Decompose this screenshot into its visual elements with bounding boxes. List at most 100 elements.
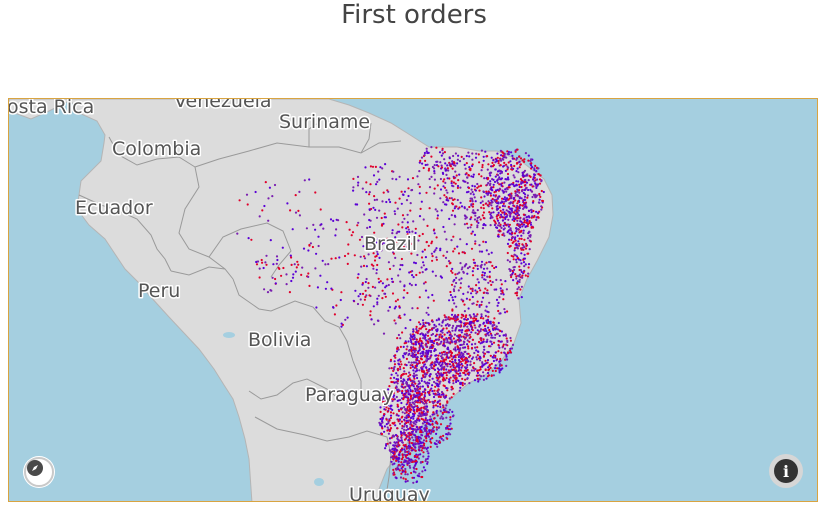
- order-point: [383, 413, 386, 416]
- order-point: [400, 461, 403, 464]
- compass-icon[interactable]: [24, 457, 54, 487]
- order-point: [468, 155, 471, 158]
- order-point: [458, 173, 461, 176]
- order-point: [508, 349, 512, 352]
- order-point: [472, 203, 475, 206]
- order-point: [495, 158, 498, 161]
- order-point: [459, 320, 462, 323]
- order-point: [494, 364, 497, 367]
- order-point: [445, 377, 448, 380]
- order-point: [367, 282, 370, 285]
- order-point: [368, 208, 371, 211]
- order-point: [384, 163, 387, 166]
- order-point: [510, 151, 513, 154]
- order-point: [308, 244, 311, 247]
- order-point: [424, 289, 428, 292]
- order-point: [523, 188, 527, 192]
- order-point: [416, 410, 419, 413]
- order-point: [399, 464, 402, 467]
- order-point: [363, 257, 367, 260]
- order-point: [448, 408, 451, 411]
- order-point: [407, 340, 410, 343]
- order-point: [428, 347, 431, 350]
- order-point: [411, 274, 414, 277]
- order-point: [400, 416, 403, 419]
- order-point: [282, 266, 285, 270]
- order-point: [354, 289, 357, 292]
- order-point: [274, 282, 277, 285]
- order-point: [446, 167, 449, 170]
- order-point: [505, 343, 508, 346]
- order-point: [507, 225, 510, 228]
- order-point: [407, 428, 410, 431]
- order-point: [415, 480, 419, 483]
- order-point: [530, 226, 533, 229]
- order-point: [517, 244, 521, 247]
- order-point: [532, 200, 535, 203]
- order-point: [493, 266, 496, 270]
- order-point: [425, 382, 428, 385]
- info-icon[interactable]: i: [769, 454, 803, 488]
- order-point: [474, 342, 477, 345]
- order-point: [540, 208, 543, 211]
- order-point: [506, 242, 510, 245]
- order-point: [459, 334, 462, 337]
- order-point: [359, 292, 362, 296]
- order-point: [424, 325, 427, 328]
- order-point: [511, 343, 515, 346]
- order-point: [480, 375, 483, 378]
- order-point: [366, 226, 369, 229]
- order-point: [482, 345, 485, 348]
- order-point: [473, 196, 476, 199]
- order-point: [417, 399, 420, 402]
- order-point: [369, 310, 372, 313]
- order-point: [509, 244, 512, 248]
- order-point: [445, 203, 448, 206]
- order-point: [453, 207, 456, 210]
- order-point: [431, 293, 434, 297]
- order-point: [438, 382, 441, 385]
- order-point: [472, 209, 475, 212]
- order-point: [450, 396, 453, 399]
- order-point: [438, 151, 442, 154]
- order-point: [410, 189, 413, 192]
- order-point: [480, 169, 483, 172]
- order-point: [293, 263, 296, 266]
- order-point: [395, 380, 398, 384]
- order-point: [481, 166, 484, 169]
- order-point: [471, 338, 475, 341]
- map-svg[interactable]: osta Rica Venezuela Suriname Colombia Ec…: [9, 99, 818, 502]
- order-point: [484, 202, 487, 205]
- order-point: [451, 296, 454, 299]
- order-point: [472, 320, 475, 323]
- order-point: [321, 259, 324, 262]
- order-point: [430, 175, 433, 178]
- order-point: [464, 217, 467, 220]
- order-point: [498, 371, 501, 374]
- order-point: [511, 232, 514, 235]
- order-point: [439, 410, 442, 413]
- order-point: [450, 283, 454, 286]
- order-point: [457, 154, 460, 157]
- order-point: [529, 223, 533, 226]
- order-point: [512, 279, 515, 282]
- map-canvas[interactable]: osta Rica Venezuela Suriname Colombia Ec…: [8, 98, 818, 502]
- order-point: [442, 225, 445, 229]
- order-point: [516, 148, 519, 151]
- order-point: [479, 337, 482, 340]
- order-point: [329, 218, 333, 221]
- order-point: [400, 458, 404, 461]
- order-point: [393, 473, 396, 476]
- order-point: [436, 382, 439, 385]
- order-point: [468, 333, 471, 336]
- order-point: [290, 256, 293, 259]
- order-point: [426, 334, 430, 337]
- order-point: [421, 232, 424, 236]
- order-point: [439, 161, 442, 164]
- order-point: [324, 263, 327, 266]
- order-point: [330, 287, 333, 290]
- order-point: [506, 231, 509, 234]
- order-point: [443, 395, 446, 399]
- order-point: [428, 367, 431, 371]
- order-point: [418, 185, 421, 188]
